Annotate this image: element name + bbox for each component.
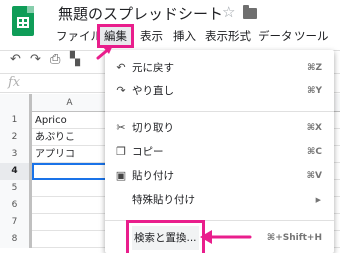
row-number[interactable]: 5 bbox=[0, 180, 32, 197]
row-number[interactable]: 4 bbox=[0, 163, 32, 180]
cell-a2[interactable]: あぷりこ bbox=[32, 129, 108, 146]
menu-item-paste-special[interactable]: 特殊貼り付け ▶ bbox=[105, 188, 334, 212]
row-number[interactable]: 1 bbox=[0, 112, 32, 129]
menu-view[interactable]: 表示 bbox=[140, 27, 163, 45]
star-icon[interactable]: ☆ bbox=[222, 3, 235, 21]
document-title[interactable]: 無題のスプレッドシート bbox=[58, 3, 223, 24]
shortcut-label: ⌘C bbox=[307, 147, 322, 157]
undo-icon[interactable]: ↶ bbox=[10, 52, 21, 67]
menu-item-paste[interactable]: ▣ 貼り付け ⌘V bbox=[105, 164, 334, 188]
row-number[interactable]: 3 bbox=[0, 146, 32, 163]
row-number[interactable]: 8 bbox=[0, 231, 32, 248]
shortcut-label: ⌘Z bbox=[307, 63, 322, 73]
menu-item-label: 元に戻す bbox=[132, 62, 174, 74]
paint-format-icon[interactable]: ▚ bbox=[70, 52, 80, 67]
menu-item-label: 切り取り bbox=[132, 122, 174, 134]
menu-item-redo[interactable]: ↷ やり直し ⌘Y bbox=[105, 79, 334, 103]
menu-divider bbox=[105, 220, 334, 221]
column-header-a[interactable]: A bbox=[32, 94, 108, 112]
cell-a8[interactable] bbox=[32, 231, 108, 248]
menu-file[interactable]: ファイル bbox=[56, 27, 102, 45]
menu-item-label: 特殊貼り付け bbox=[132, 194, 195, 206]
menu-insert[interactable]: 挿入 bbox=[173, 27, 196, 45]
copy-icon: ❐ bbox=[116, 145, 126, 158]
fx-icon: fx bbox=[8, 75, 21, 90]
redo-icon[interactable]: ↷ bbox=[30, 52, 41, 67]
app-header: 無題のスプレッドシート ☆ ファイル 編集 表示 挿入 表示形式 データ ツール bbox=[0, 0, 340, 48]
annotation-arrow-icon bbox=[200, 230, 252, 244]
scissors-icon: ✂ bbox=[116, 121, 126, 134]
menu-item-undo[interactable]: ↶ 元に戻す ⌘Z bbox=[105, 56, 334, 80]
menu-format[interactable]: 表示形式 bbox=[205, 27, 251, 45]
sheets-logo-icon[interactable] bbox=[12, 6, 34, 36]
menu-item-label: 検索と置換... bbox=[126, 220, 205, 253]
submenu-arrow-icon: ▶ bbox=[315, 196, 321, 204]
menu-divider bbox=[105, 111, 334, 112]
print-icon[interactable]: ⎙ bbox=[50, 52, 60, 67]
redo-icon: ↷ bbox=[116, 84, 126, 97]
menu-edit[interactable]: 編集 bbox=[97, 24, 134, 48]
cell-a6[interactable] bbox=[32, 197, 108, 214]
folder-icon[interactable] bbox=[243, 5, 257, 19]
menu-item-label: コピー bbox=[132, 146, 164, 158]
shortcut-label: ⌘Y bbox=[307, 86, 322, 96]
clipboard-icon: ▣ bbox=[115, 169, 127, 182]
cell-a1[interactable]: Aprico bbox=[32, 112, 108, 129]
annotation-arrow-icon bbox=[96, 45, 113, 60]
menu-item-copy[interactable]: ❐ コピー ⌘C bbox=[105, 140, 334, 164]
row-number[interactable]: 2 bbox=[0, 129, 32, 146]
cell-a4-selected[interactable] bbox=[32, 163, 108, 180]
select-all-corner[interactable] bbox=[0, 94, 32, 112]
menu-item-cut[interactable]: ✂ 切り取り ⌘X bbox=[105, 116, 334, 140]
shortcut-label: ⌘+Shift+H bbox=[266, 233, 322, 243]
menu-item-label: 貼り付け bbox=[132, 170, 174, 182]
row-number[interactable]: 6 bbox=[0, 197, 32, 214]
cell-a3[interactable]: アプリコ bbox=[32, 146, 108, 163]
shortcut-label: ⌘V bbox=[306, 171, 322, 181]
cell-a7[interactable] bbox=[32, 214, 108, 231]
menu-tools[interactable]: ツール bbox=[294, 27, 329, 45]
menu-item-label: やり直し bbox=[132, 85, 174, 97]
shortcut-label: ⌘X bbox=[306, 123, 322, 133]
row-number[interactable]: 7 bbox=[0, 214, 32, 231]
cell-a5[interactable] bbox=[32, 180, 108, 197]
edit-dropdown-menu: ↶ 元に戻す ⌘Z ↷ やり直し ⌘Y ✂ 切り取り ⌘X ❐ コピー ⌘C ▣… bbox=[105, 50, 334, 253]
menu-data[interactable]: データ bbox=[258, 27, 293, 45]
